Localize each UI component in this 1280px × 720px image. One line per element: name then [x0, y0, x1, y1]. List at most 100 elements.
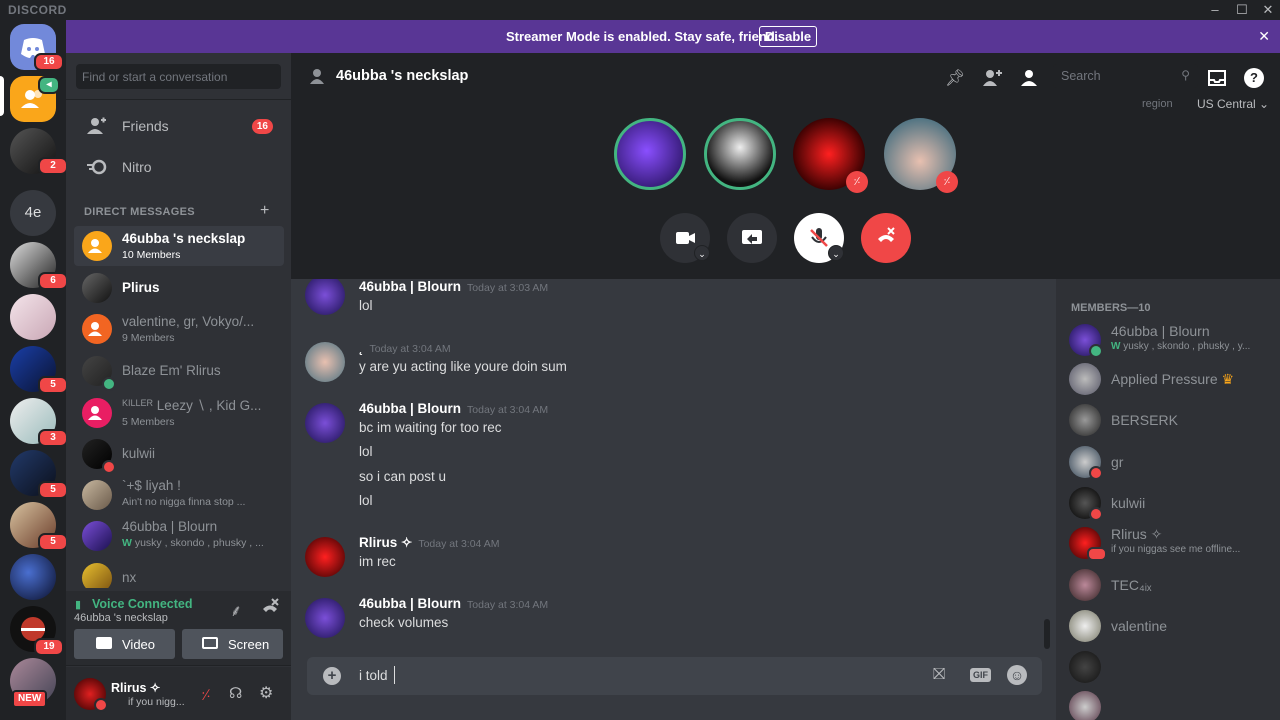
avatar[interactable]	[305, 598, 345, 638]
message-input[interactable]: i told	[359, 668, 388, 683]
settings-gear-icon[interactable]: ⚙	[259, 683, 273, 703]
find-conversation-input[interactable]: Find or start a conversation	[76, 64, 281, 89]
help-icon[interactable]: ?	[1244, 68, 1264, 88]
add-friend-icon[interactable]	[982, 68, 1002, 88]
member-item[interactable]	[1069, 687, 1274, 720]
disable-streamer-button[interactable]: Disable	[759, 26, 817, 47]
screen-button[interactable]: Screen	[182, 629, 283, 659]
guild-item[interactable]	[10, 294, 56, 340]
gift-icon[interactable]: ⛝	[933, 666, 945, 684]
mute-mic-icon[interactable]: ⸓	[201, 685, 211, 705]
divider	[66, 99, 291, 100]
message-author[interactable]: 46ubba | Blourn Today at 3:03 AM	[359, 279, 548, 294]
message-author[interactable]: 46ubba | Blourn Today at 3:04 AM	[359, 401, 548, 416]
video-button[interactable]: Video	[74, 629, 175, 659]
avatar[interactable]	[305, 403, 345, 443]
call-participant-avatar[interactable]	[614, 118, 686, 190]
dm-item[interactable]: `+$ liyah ! Ain't no nigga finna stop ..…	[74, 475, 284, 515]
upload-plus-icon[interactable]: +	[323, 667, 341, 685]
disconnect-icon[interactable]	[260, 597, 280, 617]
chevron-down-icon[interactable]: ⌄	[828, 245, 844, 261]
maximize-button[interactable]: ☐	[1234, 2, 1250, 18]
member-name: BERSERK	[1111, 412, 1178, 428]
member-item[interactable]: 46ubba | Blourn W yusky , skondo , phusk…	[1069, 320, 1274, 360]
dm-item[interactable]: valentine, gr, Vokyo/... 9 Members	[74, 309, 284, 349]
group-avatar	[82, 314, 112, 344]
friends-icon	[86, 116, 108, 136]
close-banner-icon[interactable]: ✕	[1258, 28, 1270, 45]
guild-item[interactable]	[10, 554, 56, 600]
dm-name: kulwii	[122, 446, 156, 461]
inbox-icon[interactable]	[1207, 68, 1227, 88]
member-item[interactable]: Applied Pressure ♛	[1069, 359, 1274, 399]
group-avatar	[82, 231, 112, 261]
message-text: lol	[359, 493, 373, 508]
avatar	[82, 273, 112, 303]
voice-panel: ▮ Voice Connected 46ubba 's neckslap ⸙ V…	[66, 591, 291, 666]
member-status: W yusky , skondo , phusky , y...	[1111, 341, 1251, 352]
avatar[interactable]	[305, 342, 345, 382]
signal-icon: ▮	[75, 599, 82, 611]
guild-item-4e[interactable]: 4e	[10, 190, 56, 236]
emoji-icon[interactable]: ☺	[1007, 665, 1027, 685]
member-item[interactable]: kulwii	[1069, 483, 1274, 523]
voice-indicator: ◂	[38, 76, 60, 94]
member-item[interactable]: valentine	[1069, 606, 1274, 646]
dm-item[interactable]: 46ubba | Blourn W yusky , skondo , phusk…	[74, 516, 284, 556]
search-input[interactable]: Search ⚲	[1053, 64, 1198, 88]
message-text: lol	[359, 444, 373, 459]
text-cursor	[394, 666, 395, 684]
dm-item[interactable]: Plirus	[74, 268, 284, 308]
avatar[interactable]	[305, 279, 345, 315]
guild-badge: 5	[38, 376, 66, 394]
member-list-icon[interactable]	[1019, 68, 1039, 88]
pin-icon[interactable]: 📌︎	[945, 68, 965, 88]
group-avatar	[82, 398, 112, 428]
minimize-button[interactable]: –	[1207, 2, 1223, 18]
noise-suppression-icon[interactable]: ⸙	[230, 599, 242, 621]
guild-badge: 5	[38, 533, 66, 551]
nitro-nav-item[interactable]: Nitro	[76, 149, 281, 185]
avatar[interactable]	[305, 537, 345, 577]
online-status-dot	[102, 377, 116, 391]
message-composer[interactable]: + i told ⛝ GIF ☺	[307, 657, 1042, 695]
dm-item[interactable]: 46ubba 's neckslap 10 Members	[74, 226, 284, 266]
share-screen-button[interactable]	[727, 213, 777, 263]
message-author[interactable]: ˛ Today at 3:04 AM	[359, 340, 451, 355]
create-dm-icon[interactable]: +	[260, 202, 269, 220]
member-item[interactable]: Rlirus ✧ if you niggas see me offline...	[1069, 523, 1274, 563]
guild-badge: 5	[38, 481, 66, 499]
dm-item[interactable]: Blaze Em' Rlirus	[74, 351, 284, 391]
member-item[interactable]	[1069, 647, 1274, 687]
friends-nav-item[interactable]: Friends 16	[76, 108, 281, 144]
member-name: Rlirus ✧	[1111, 526, 1163, 542]
gif-icon[interactable]: GIF	[970, 668, 991, 682]
screen-share-icon	[742, 230, 762, 244]
streaming-status-dot	[1087, 547, 1107, 561]
member-item[interactable]: gr	[1069, 442, 1274, 482]
member-item[interactable]: TEC₄ᵢₓ	[1069, 565, 1274, 605]
main-area: 46ubba 's neckslap 📌︎ Search ⚲ ? region …	[291, 53, 1280, 720]
scrollbar-thumb[interactable]	[1044, 619, 1050, 649]
message-author[interactable]: Rlirus ✧ Today at 3:04 AM	[359, 535, 499, 551]
member-item[interactable]: BERSERK	[1069, 400, 1274, 440]
region-select[interactable]: US Central ⌄	[1197, 97, 1269, 111]
avatar	[82, 563, 112, 588]
dm-header: DIRECT MESSAGES	[84, 206, 195, 218]
headphones-icon[interactable]: ☊	[229, 684, 242, 702]
avatar	[1069, 363, 1101, 395]
channel-title: 46ubba 's neckslap	[336, 68, 469, 84]
dm-sidebar: Find or start a conversation Friends 16 …	[66, 53, 291, 720]
chevron-down-icon[interactable]: ⌄	[694, 245, 710, 261]
dnd-status-dot	[1089, 466, 1103, 480]
avatar	[1069, 569, 1101, 601]
close-window-button[interactable]: ✕	[1260, 2, 1276, 18]
dm-item[interactable]: nx	[74, 558, 284, 588]
dm-item[interactable]: kulwii	[74, 434, 284, 474]
message-author[interactable]: 46ubba | Blourn Today at 3:04 AM	[359, 596, 548, 611]
dm-item[interactable]: KILLER Leezy ∖ , Kid G... 5 Members	[74, 393, 284, 433]
search-placeholder: Search	[1061, 69, 1101, 83]
video-label: Video	[122, 637, 156, 652]
disconnect-call-button[interactable]	[861, 213, 911, 263]
call-participant-avatar[interactable]	[704, 118, 776, 190]
